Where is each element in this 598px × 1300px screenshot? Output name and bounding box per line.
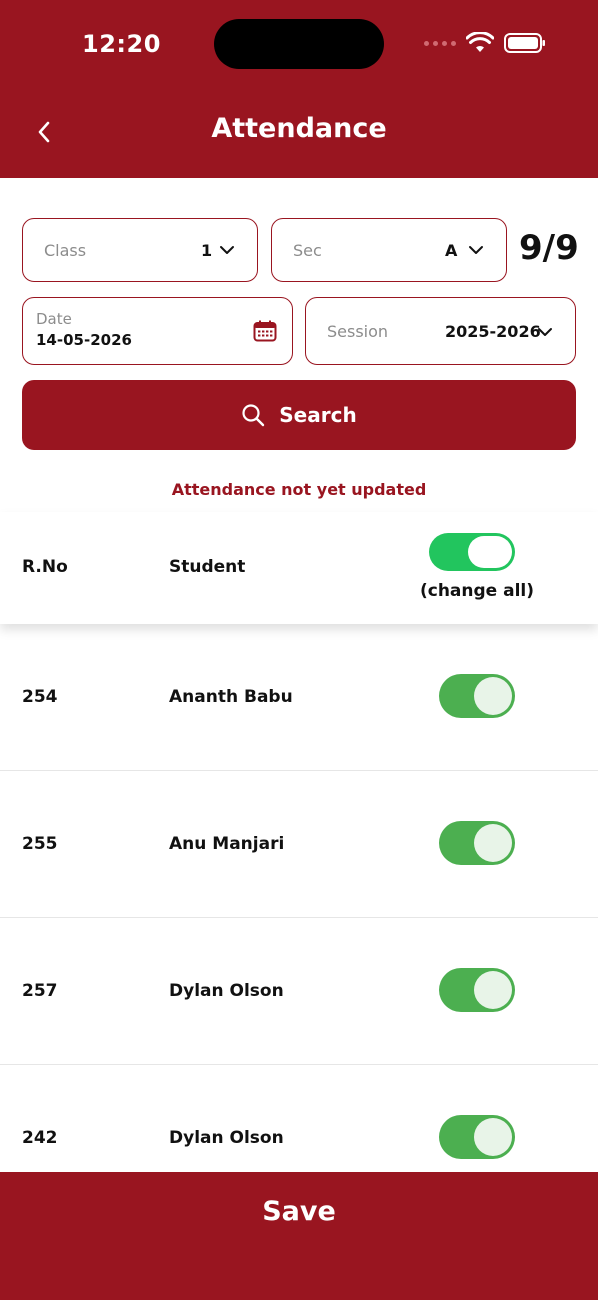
change-all-label: (change all): [419, 581, 535, 601]
search-button[interactable]: Search: [22, 380, 576, 450]
student-name: Anu Manjari: [169, 834, 285, 854]
attendance-toggle[interactable]: [439, 821, 515, 865]
chevron-down-icon: [220, 246, 234, 254]
toggle-knob: [474, 1118, 512, 1156]
table-row: 254 Ananth Babu: [0, 624, 598, 771]
section-label: Sec: [293, 241, 322, 260]
search-icon: [242, 404, 265, 427]
session-select[interactable]: Session 2025-2026: [305, 297, 576, 365]
status-time: 12:20: [82, 30, 161, 58]
toggle-knob: [468, 536, 512, 568]
table-row: 257 Dylan Olson: [0, 918, 598, 1065]
section-value: A: [445, 241, 458, 260]
student-list: 254 Ananth Babu 255 Anu Manjari 257 Dyla…: [0, 624, 598, 1212]
change-all-toggle[interactable]: [429, 533, 515, 571]
date-label: Date: [36, 310, 72, 328]
class-value: 1: [201, 241, 213, 260]
toggle-knob: [474, 971, 512, 1009]
status-icons: [424, 32, 546, 54]
toggle-knob: [474, 824, 512, 862]
signal-icon: [424, 40, 456, 46]
battery-icon: [504, 33, 545, 53]
section-select[interactable]: Sec A: [271, 218, 507, 282]
date-field[interactable]: Date 14-05-2026: [22, 297, 293, 365]
class-select[interactable]: Class 1: [22, 218, 258, 282]
roll-number: 257: [22, 981, 58, 1001]
search-button-label: Search: [279, 403, 357, 427]
app-header: 12:20 Attendance: [0, 0, 598, 178]
toggle-knob: [474, 677, 512, 715]
class-label: Class: [44, 241, 87, 260]
session-value: 2025-2026: [445, 322, 541, 341]
column-header-student: Student: [169, 557, 246, 577]
calendar-icon[interactable]: [253, 320, 277, 342]
attendance-toggle[interactable]: [439, 1115, 515, 1159]
dynamic-island: [214, 19, 384, 69]
roll-number: 242: [22, 1128, 58, 1148]
student-count: 9/9: [519, 228, 579, 268]
session-label: Session: [327, 322, 389, 341]
chevron-down-icon: [469, 246, 483, 254]
status-message: Attendance not yet updated: [171, 480, 427, 499]
table-row: 255 Anu Manjari: [0, 771, 598, 918]
table-header: R.No Student (change all): [0, 512, 598, 624]
date-value: 14-05-2026: [36, 331, 132, 349]
column-header-rno: R.No: [22, 557, 68, 577]
roll-number: 254: [22, 687, 58, 707]
save-button-label: Save: [262, 1196, 336, 1227]
student-name: Dylan Olson: [169, 1128, 284, 1148]
attendance-toggle[interactable]: [439, 674, 515, 718]
wifi-icon: [466, 32, 494, 52]
chevron-down-icon: [538, 328, 552, 336]
page-title: Attendance: [211, 113, 387, 144]
student-name: Ananth Babu: [169, 687, 293, 707]
save-button[interactable]: Save: [0, 1172, 598, 1300]
roll-number: 255: [22, 834, 58, 854]
attendance-toggle[interactable]: [439, 968, 515, 1012]
student-name: Dylan Olson: [169, 981, 284, 1001]
